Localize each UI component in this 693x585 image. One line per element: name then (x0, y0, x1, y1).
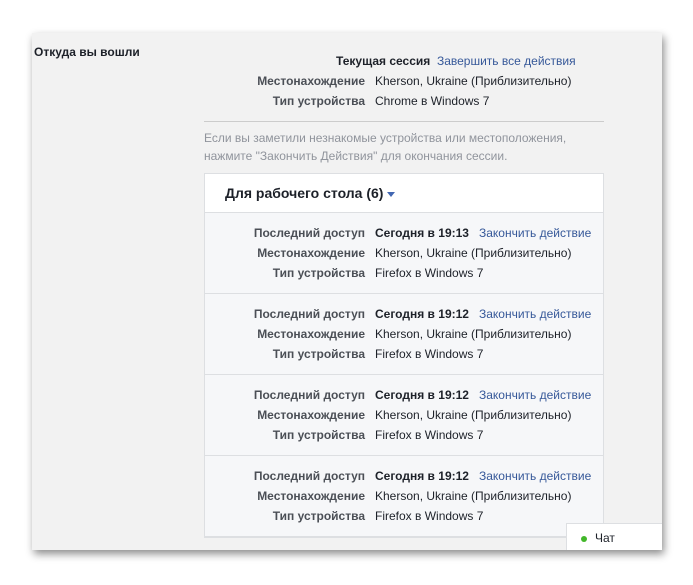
desktop-sessions-title: Для рабочего стола (6) (225, 185, 384, 201)
end-session-link[interactable]: Закончить действие (479, 469, 591, 483)
end-all-sessions-link[interactable]: Завершить все действия (437, 54, 576, 68)
session-device: Firefox в Windows 7 (375, 509, 484, 523)
device-label: Тип устройства (272, 509, 365, 523)
last-access-label: Последний доступ (253, 388, 365, 402)
session-item: Последний доступ Сегодня в 19:12 Закончи… (205, 294, 603, 375)
desktop-sessions-toggle[interactable]: Для рабочего стола (6) (205, 174, 603, 213)
divider (204, 121, 604, 122)
last-access-label: Последний доступ (253, 469, 365, 483)
last-access-row: Сегодня в 19:12 Закончить действие (375, 304, 591, 324)
online-status-icon (581, 535, 587, 542)
session-item: Последний доступ Сегодня в 19:13 Закончи… (205, 213, 603, 294)
location-label: Местонахождение (257, 246, 365, 260)
session-location: Kherson, Ukraine (Приблизительно) (375, 489, 572, 503)
last-access-label: Последний доступ (253, 307, 365, 321)
last-access-time: Сегодня в 19:13 (375, 226, 469, 240)
end-session-link[interactable]: Закончить действие (479, 307, 591, 321)
location-label: Местонахождение (257, 327, 365, 341)
session-item: Последний доступ Сегодня в 19:12 Закончи… (205, 456, 603, 537)
session-location: Kherson, Ukraine (Приблизительно) (375, 408, 572, 422)
session-location: Kherson, Ukraine (Приблизительно) (375, 246, 572, 260)
last-access-row: Сегодня в 19:13 Закончить действие (375, 223, 591, 243)
current-location: Kherson, Ukraine (Приблизительно) (375, 74, 572, 88)
location-label: Местонахождение (257, 489, 365, 503)
chat-label: Чат (595, 531, 615, 545)
settings-panel: Откуда вы вошли Текущая сессия Завершить… (32, 33, 662, 550)
location-label: Местонахождение (257, 408, 365, 422)
last-access-row: Сегодня в 19:12 Закончить действие (375, 466, 591, 486)
current-session-row: Текущая сессия Завершить все действия (336, 51, 576, 71)
current-session-label: Текущая сессия (336, 54, 431, 68)
session-device: Firefox в Windows 7 (375, 428, 484, 442)
device-label: Тип устройства (272, 94, 365, 108)
session-device: Firefox в Windows 7 (375, 266, 484, 280)
device-label: Тип устройства (272, 347, 365, 361)
location-label: Местонахождение (257, 74, 365, 88)
current-device-row: Тип устройства (32, 91, 365, 111)
session-item: Последний доступ Сегодня в 19:12 Закончи… (205, 375, 603, 456)
device-label: Тип устройства (272, 266, 365, 280)
security-note: Если вы заметили незнакомые устройства и… (204, 131, 567, 163)
last-access-label: Последний доступ (253, 226, 365, 240)
last-access-time: Сегодня в 19:12 (375, 307, 469, 321)
end-session-link[interactable]: Закончить действие (479, 226, 591, 240)
current-device: Chrome в Windows 7 (375, 94, 490, 108)
chat-button[interactable]: Чат (566, 523, 662, 550)
session-device: Firefox в Windows 7 (375, 347, 484, 361)
last-access-row: Сегодня в 19:12 Закончить действие (375, 385, 591, 405)
desktop-sessions-card: Для рабочего стола (6) Последний доступ … (204, 173, 604, 538)
end-session-link[interactable]: Закончить действие (479, 388, 591, 402)
caret-down-icon (387, 191, 396, 197)
current-location-row: Местонахождение (32, 71, 365, 91)
last-access-time: Сегодня в 19:12 (375, 388, 469, 402)
device-label: Тип устройства (272, 428, 365, 442)
section-title: Откуда вы вошли (34, 45, 140, 59)
last-access-time: Сегодня в 19:12 (375, 469, 469, 483)
session-location: Kherson, Ukraine (Приблизительно) (375, 327, 572, 341)
